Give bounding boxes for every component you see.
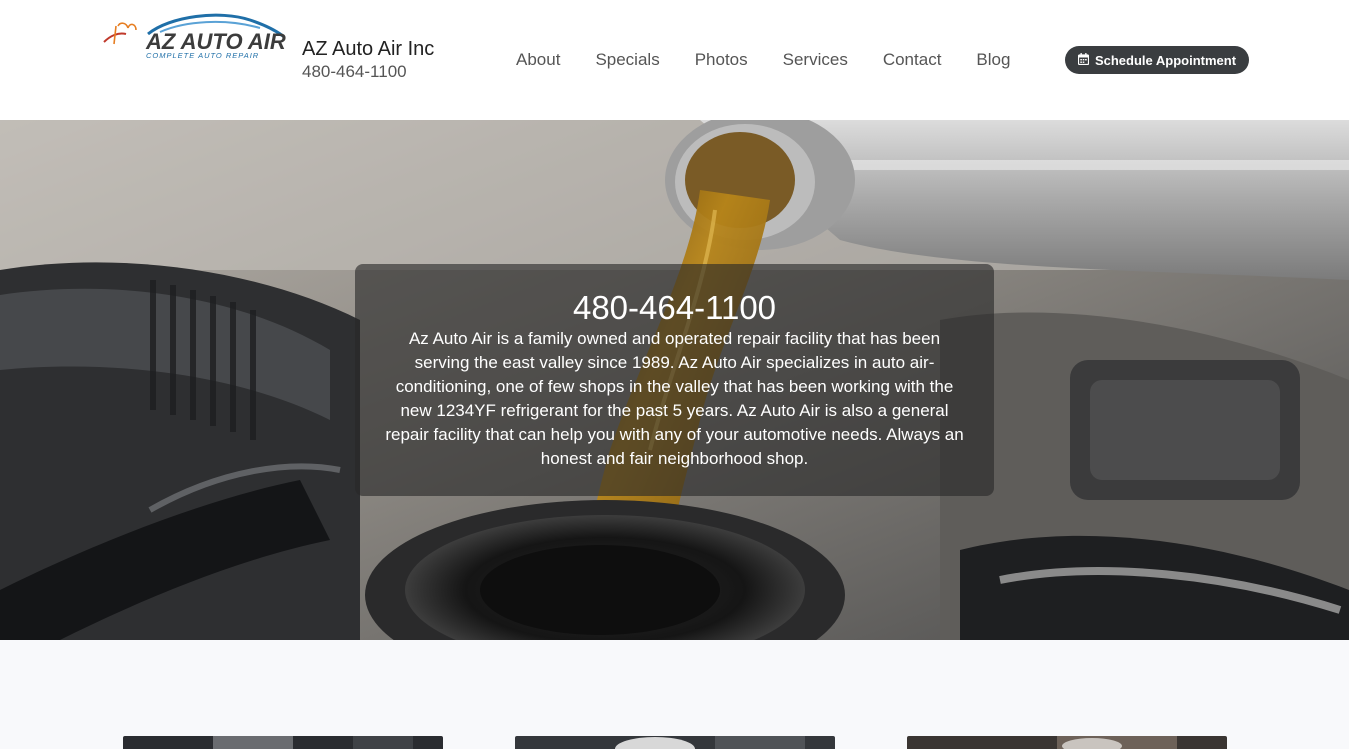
- service-card-image-1[interactable]: [123, 736, 443, 749]
- logo-tagline: COMPLETE AUTO REPAIR: [146, 51, 259, 60]
- services-section: [0, 640, 1349, 749]
- header-phone[interactable]: 480-464-1100: [302, 61, 434, 83]
- main-nav: About Specials Photos Services Contact B…: [516, 49, 1045, 71]
- business-name[interactable]: AZ Auto Air Inc: [302, 38, 434, 60]
- schedule-appointment-label: Schedule Appointment: [1094, 52, 1237, 68]
- hero-description: Az Auto Air is a family owned and operat…: [385, 329, 964, 468]
- nav-photos[interactable]: Photos: [695, 49, 748, 71]
- nav-blog[interactable]: Blog: [976, 49, 1010, 71]
- nav-specials[interactable]: Specials: [595, 49, 659, 71]
- schedule-appointment-button[interactable]: Schedule Appointment: [1065, 46, 1249, 74]
- company-logo[interactable]: AZ AUTO AIR COMPLETE AUTO REPAIR: [100, 12, 286, 62]
- hero-info-card: 480-464-1100 Az Auto Air is a family own…: [355, 264, 994, 496]
- nav-about[interactable]: About: [516, 49, 560, 71]
- calendar-icon: [1077, 52, 1090, 68]
- brand-block: AZ Auto Air Inc 480-464-1100: [302, 38, 434, 83]
- hero-banner: 480-464-1100 Az Auto Air is a family own…: [0, 120, 1349, 640]
- nav-contact[interactable]: Contact: [883, 49, 942, 71]
- service-card-image-2[interactable]: [515, 736, 835, 749]
- nav-services[interactable]: Services: [783, 49, 848, 71]
- hero-phone[interactable]: 480-464-1100: [381, 288, 968, 328]
- site-header: AZ AUTO AIR COMPLETE AUTO REPAIR AZ Auto…: [0, 0, 1349, 120]
- service-card-image-3[interactable]: [907, 736, 1227, 749]
